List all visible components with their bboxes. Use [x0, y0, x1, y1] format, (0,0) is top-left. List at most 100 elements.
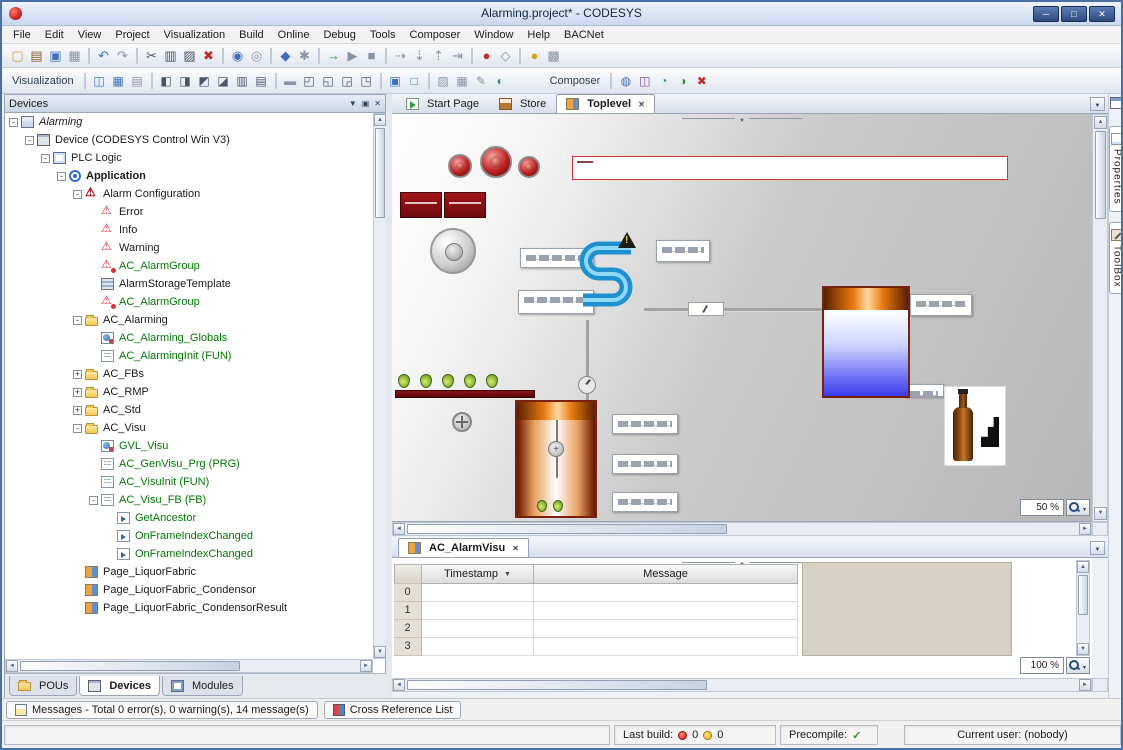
tree-item[interactable]: - PLC Logic	[5, 149, 373, 167]
editor-tab[interactable]: Store	[489, 94, 556, 113]
warning-triangle-icon[interactable]	[618, 232, 636, 248]
navigator-tab[interactable]: POUs	[9, 676, 77, 696]
composer-overview-icon[interactable]: ◍	[616, 72, 635, 90]
composer-parameters-icon[interactable]: ◔	[654, 72, 673, 90]
red-button-element[interactable]	[444, 192, 486, 218]
undo-icon[interactable]: ↶	[94, 47, 113, 65]
menu-item[interactable]: View	[71, 27, 109, 43]
expand-toggle-icon[interactable]: -	[25, 136, 34, 145]
scrollbar-thumb[interactable]	[1078, 575, 1088, 615]
label-box-element[interactable]	[904, 384, 944, 397]
tree-item[interactable]: AC_Alarming_Globals	[5, 329, 373, 347]
expand-toggle-icon[interactable]: +	[73, 406, 82, 415]
title-bar[interactable]: Alarming.project* - CODESYS ─ □ ✕	[2, 2, 1121, 26]
menu-item[interactable]: Edit	[38, 27, 71, 43]
stop-icon[interactable]: ■	[362, 47, 381, 65]
scroll-right-icon[interactable]	[1079, 523, 1091, 535]
alarm-vertical-scrollbar[interactable]	[1076, 560, 1090, 656]
library-panel-icon[interactable]	[1110, 97, 1122, 109]
step-out-icon[interactable]: ⇡	[429, 47, 448, 65]
close-icon[interactable]: ✕	[374, 99, 381, 108]
canvas-vertical-scrollbar[interactable]	[1092, 114, 1108, 522]
align-center-vertical-icon[interactable]: ▤	[252, 72, 271, 90]
navigator-tab[interactable]: Modules	[162, 676, 243, 696]
menu-item[interactable]: File	[6, 27, 38, 43]
tree-item[interactable]: GVL_Visu	[5, 437, 373, 455]
tree-item[interactable]: - AC_Visu	[5, 419, 373, 437]
editor-tab[interactable]: AC_AlarmVisu ✕	[398, 538, 529, 557]
send-backward-icon[interactable]: ◳	[357, 72, 376, 90]
visualization-canvas[interactable]: 50 %	[392, 114, 1092, 522]
compile-icon[interactable]: ✱	[295, 47, 314, 65]
hop-element[interactable]	[442, 374, 454, 388]
tree-item[interactable]: - Alarming	[5, 113, 373, 131]
print-icon[interactable]: ▦	[65, 47, 84, 65]
color-picker-icon[interactable]: ◐	[491, 72, 510, 90]
small-valve-element[interactable]	[452, 412, 472, 432]
login-icon[interactable]: →	[324, 47, 343, 65]
splitter-grip[interactable]	[682, 115, 802, 122]
scroll-left-icon[interactable]	[6, 660, 18, 672]
hop-element[interactable]	[486, 374, 498, 388]
tree-item[interactable]: AlarmStorageTemplate	[5, 275, 373, 293]
pipe-element[interactable]	[586, 320, 589, 412]
valve-element[interactable]	[448, 154, 472, 178]
align-top-icon[interactable]: ◩	[195, 72, 214, 90]
start-icon[interactable]: ▶	[343, 47, 362, 65]
tree-item[interactable]: - AC_Alarming	[5, 311, 373, 329]
hop-element[interactable]	[420, 374, 432, 388]
composer-io-icon[interactable]: ◑	[673, 72, 692, 90]
tree-item[interactable]: + AC_Std	[5, 401, 373, 419]
scrollbar-thumb[interactable]	[375, 128, 385, 218]
expand-toggle-icon[interactable]: -	[41, 154, 50, 163]
delete-icon[interactable]: ✖	[199, 47, 218, 65]
hotkeys-configuration-icon[interactable]: ▦	[109, 72, 128, 90]
knob-element[interactable]	[430, 228, 476, 274]
brew-tank-element[interactable]	[515, 400, 597, 518]
menu-item[interactable]: BACNet	[557, 27, 611, 43]
alarm-table-row[interactable]: 0	[394, 584, 798, 602]
tree-item[interactable]: Page_LiquorFabric_Condensor	[5, 581, 373, 599]
align-bottom-icon[interactable]: ◪	[214, 72, 233, 90]
alarm-zoom-button[interactable]	[1066, 657, 1090, 674]
grid-settings-icon[interactable]: ▦	[453, 72, 472, 90]
close-button[interactable]: ✕	[1089, 6, 1115, 22]
step-over-icon[interactable]: ⇢	[391, 47, 410, 65]
navigator-tab[interactable]: Devices	[79, 676, 160, 696]
paste-icon[interactable]: ▨	[180, 47, 199, 65]
save-icon[interactable]: ▣	[46, 47, 65, 65]
scroll-up-icon[interactable]	[374, 114, 386, 126]
interface-editor-icon[interactable]: ◫	[90, 72, 109, 90]
inline-gauge-element[interactable]	[688, 302, 724, 316]
scroll-down-icon[interactable]	[1094, 507, 1107, 520]
open-project-icon[interactable]: ▤	[27, 47, 46, 65]
tree-item[interactable]: Warning	[5, 239, 373, 257]
run-to-cursor-icon[interactable]: ⇥	[448, 47, 467, 65]
canvas-horizontal-scrollbar[interactable]	[392, 522, 1092, 536]
composer-modules-icon[interactable]: ◫	[635, 72, 654, 90]
menu-item[interactable]: Visualization	[157, 27, 233, 43]
cut-icon[interactable]: ✂	[142, 47, 161, 65]
expand-toggle-icon[interactable]: +	[73, 388, 82, 397]
bring-forward-icon[interactable]: ◲	[338, 72, 357, 90]
dropdown-icon[interactable]: ▼	[349, 99, 357, 108]
ungroup-icon[interactable]: □	[405, 72, 424, 90]
scroll-down-icon[interactable]	[1077, 643, 1089, 655]
expand-toggle-icon[interactable]: -	[89, 496, 98, 505]
pipe-element[interactable]	[575, 236, 639, 320]
scroll-right-icon[interactable]	[360, 660, 372, 672]
group-icon[interactable]: ▣	[386, 72, 405, 90]
align-center-horizontal-icon[interactable]: ▥	[233, 72, 252, 90]
alarm-table-row[interactable]: 3	[394, 638, 798, 656]
hop-element[interactable]	[398, 374, 410, 388]
label-box-element[interactable]	[612, 414, 678, 434]
devices-panel-header[interactable]: Devices ▼▣✕	[5, 95, 385, 113]
tab-list-dropdown-icon[interactable]	[1090, 97, 1105, 111]
align-left-icon[interactable]: ◧	[157, 72, 176, 90]
scroll-right-icon[interactable]	[1079, 679, 1091, 691]
tab-close-icon[interactable]: ✕	[509, 544, 519, 553]
copy-icon[interactable]: ▥	[161, 47, 180, 65]
red-button-element[interactable]	[400, 192, 442, 218]
align-right-icon[interactable]: ◨	[176, 72, 195, 90]
menu-item[interactable]: Build	[232, 27, 270, 43]
